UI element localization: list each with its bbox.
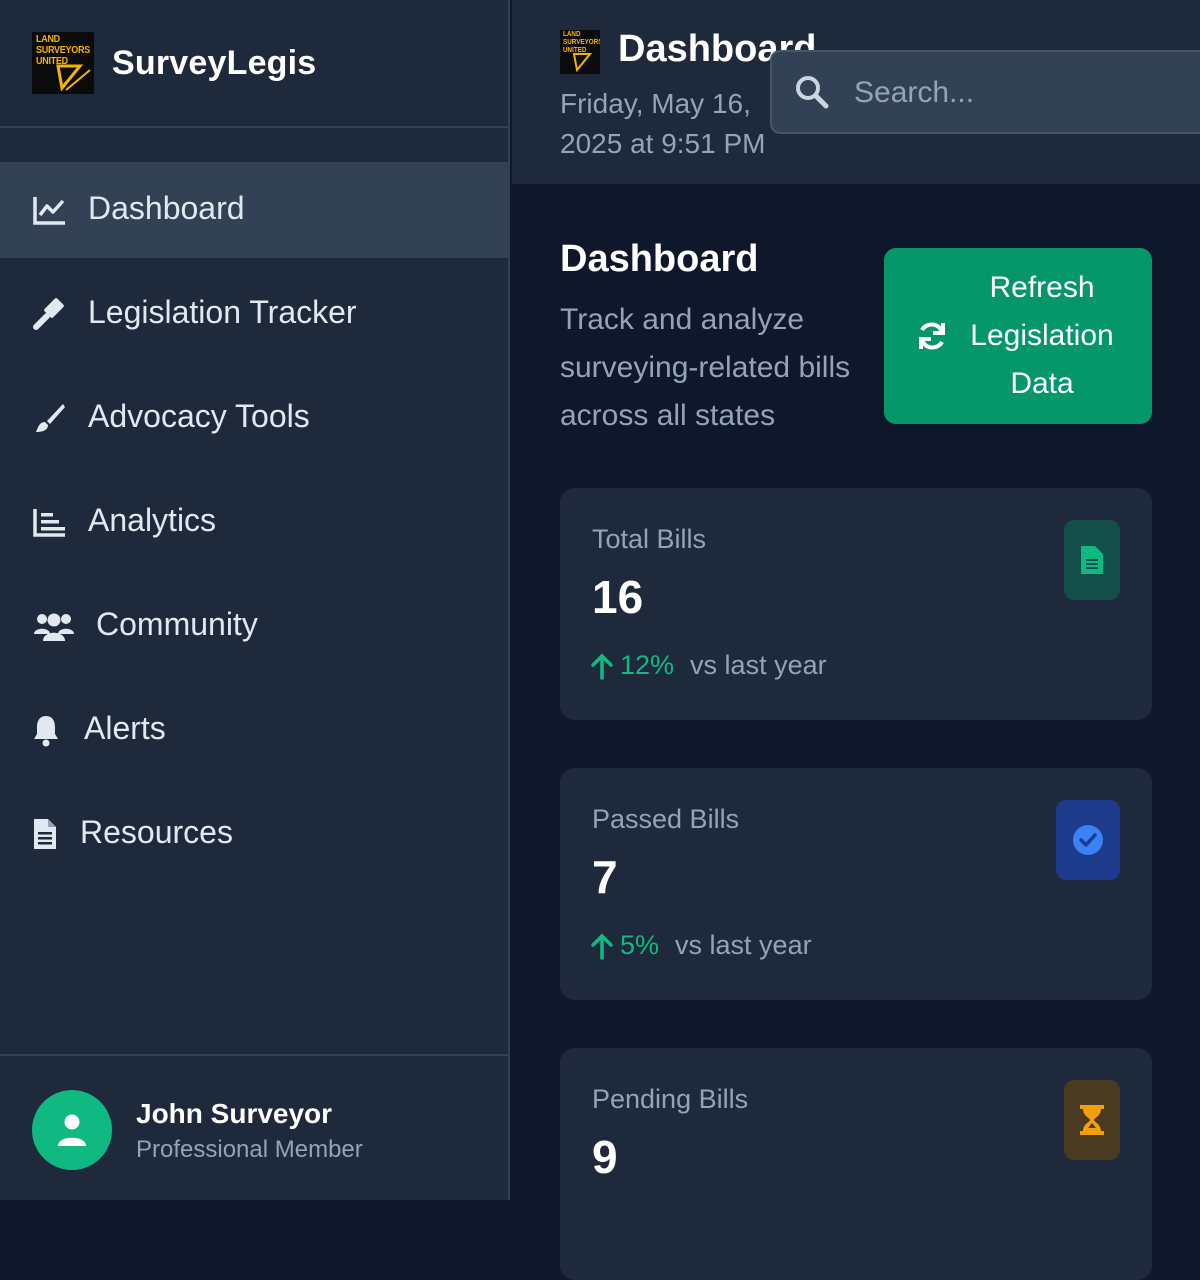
- card-trend: 12% vs last year: [590, 650, 827, 681]
- sidebar-item-label: Community: [96, 606, 258, 642]
- chart-line-icon: [32, 192, 68, 228]
- sidebar-item-resources[interactable]: Resources: [0, 786, 508, 882]
- sidebar-item-label: Advocacy Tools: [88, 398, 310, 434]
- card-badge: [1064, 1080, 1120, 1160]
- header-logo: LAND SURVEYORS UNITED: [560, 30, 600, 74]
- check-circle-icon: [1073, 825, 1103, 855]
- sidebar: LAND SURVEYORS UNITED SurveyLegis Dashbo…: [0, 0, 510, 1200]
- sidebar-item-label: Resources: [80, 814, 233, 850]
- hourglass-icon: [1080, 1105, 1104, 1135]
- refresh-icon: [916, 320, 948, 355]
- card-value: 9: [592, 1131, 618, 1183]
- arrow-up-icon: [591, 653, 613, 680]
- paintbrush-icon: [32, 400, 68, 436]
- sidebar-item-community[interactable]: Community: [0, 578, 508, 674]
- user-profile[interactable]: John Surveyor Professional Member: [0, 1054, 508, 1202]
- card-label: Pending Bills: [592, 1084, 749, 1114]
- card-value: 16: [592, 571, 644, 623]
- brand-name: SurveyLegis: [112, 44, 317, 82]
- trend-value: 5%: [620, 930, 660, 960]
- stat-card-passed-bills[interactable]: Passed Bills 7 5% vs last year: [560, 768, 1152, 1000]
- search-input[interactable]: [852, 70, 1196, 116]
- card-value: 7: [592, 851, 618, 903]
- sidebar-item-label: Dashboard: [88, 190, 245, 226]
- logo[interactable]: LAND SURVEYORS UNITED: [32, 32, 94, 94]
- card-label: Passed Bills: [592, 804, 740, 834]
- user-role: Professional Member: [136, 1136, 363, 1163]
- sidebar-item-label: Legislation Tracker: [88, 294, 357, 330]
- card-label: Total Bills: [592, 524, 707, 554]
- user-icon: [58, 1114, 86, 1146]
- bell-icon: [32, 712, 60, 748]
- search-box[interactable]: [770, 50, 1200, 134]
- refresh-button-label: Refresh Legislation Data: [970, 271, 1114, 400]
- stat-card-total-bills[interactable]: Total Bills 16 12% vs last year: [560, 488, 1152, 720]
- header-date: Friday, May 16, 2025 at 9:51 PM: [560, 88, 766, 159]
- brand-header: LAND SURVEYORS UNITED SurveyLegis: [0, 0, 510, 128]
- trend-text: vs last year: [690, 650, 827, 680]
- sidebar-item-advocacy-tools[interactable]: Advocacy Tools: [0, 370, 508, 466]
- page-title: Dashboard: [560, 238, 759, 280]
- sidebar-item-label: Alerts: [84, 710, 166, 746]
- card-trend: 5% vs last year: [590, 930, 812, 961]
- gavel-icon: [32, 296, 68, 332]
- document-icon: [1081, 546, 1103, 574]
- trend-value: 12%: [620, 650, 675, 680]
- sidebar-item-alerts[interactable]: Alerts: [0, 682, 508, 778]
- bar-chart-icon: [32, 504, 68, 540]
- sidebar-item-dashboard[interactable]: Dashboard: [0, 162, 508, 258]
- trend-text: vs last year: [675, 930, 812, 960]
- sidebar-item-analytics[interactable]: Analytics: [0, 474, 508, 570]
- users-icon: [32, 608, 76, 644]
- card-badge: [1064, 520, 1120, 600]
- arrow-up-icon: [591, 933, 613, 960]
- search-icon: [794, 74, 830, 115]
- stat-card-pending-bills[interactable]: Pending Bills 9: [560, 1048, 1152, 1280]
- page-subtitle: Track and analyze surveying-related bill…: [560, 303, 851, 432]
- top-header: LAND SURVEYORS UNITED Dashboard Friday, …: [512, 0, 1200, 184]
- avatar[interactable]: [32, 1090, 112, 1170]
- refresh-legislation-button[interactable]: Refresh Legislation Data: [884, 248, 1152, 424]
- sidebar-item-legislation-tracker[interactable]: Legislation Tracker: [0, 266, 508, 362]
- card-badge: [1056, 800, 1120, 880]
- file-icon: [32, 816, 58, 852]
- sidebar-item-label: Analytics: [88, 502, 217, 538]
- user-name: John Surveyor: [136, 1098, 333, 1129]
- sidebar-nav: Dashboard Legislation Tracker Advocacy T…: [0, 162, 508, 890]
